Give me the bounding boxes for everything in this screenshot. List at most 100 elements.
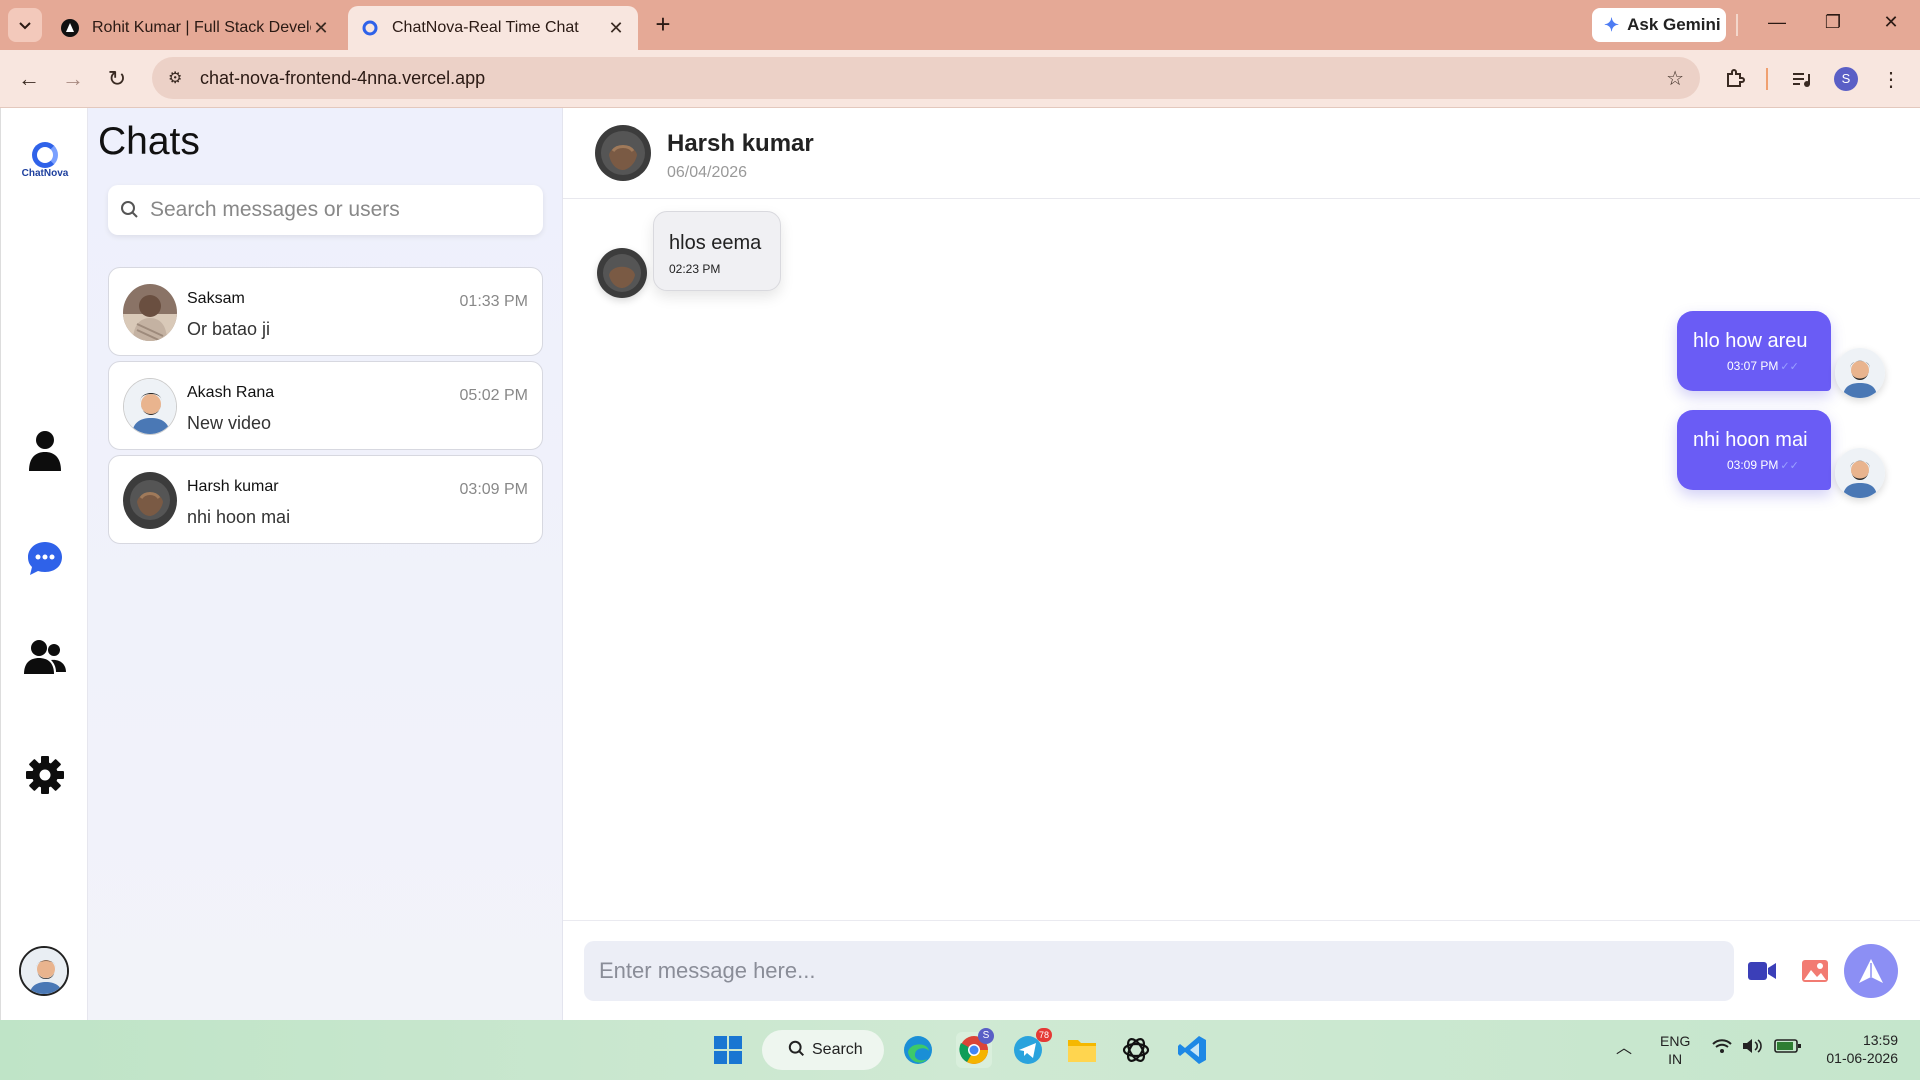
nav-settings-button[interactable] xyxy=(23,753,67,797)
close-window-button[interactable]: ✕ xyxy=(1876,12,1906,38)
tab-title: Rohit Kumar | Full Stack Develo xyxy=(92,19,311,36)
start-button[interactable] xyxy=(710,1032,746,1068)
language-code: ENG xyxy=(1660,1033,1691,1049)
my-avatar xyxy=(1835,348,1885,398)
conversation-panel: Harsh kumar 06/04/2026 hlos eema 02:23 P… xyxy=(563,108,1920,1020)
gemini-sparkle-icon: ✦ xyxy=(1604,14,1620,35)
clock-date: 01-06-2026 xyxy=(1826,1050,1898,1066)
site-info-icon[interactable]: ⚙ xyxy=(168,68,190,88)
bookmark-star-icon[interactable]: ☆ xyxy=(1666,66,1684,91)
last-message-preview: nhi hoon mai xyxy=(187,507,291,527)
logo-mark-icon xyxy=(32,142,58,168)
telegram-taskbar-icon[interactable]: 78 xyxy=(1010,1028,1052,1068)
message-input[interactable] xyxy=(584,941,1734,1001)
chatnova-app: ChatNova Chats Search messages or users … xyxy=(0,108,1920,1020)
contact-name: Harsh kumar xyxy=(667,130,814,157)
users-icon xyxy=(24,640,66,674)
taskbar-search-label: Search xyxy=(812,1041,863,1058)
tab-title: ChatNova-Real Time Chat xyxy=(392,19,579,36)
divider xyxy=(1766,68,1768,90)
region-code: IN xyxy=(1668,1051,1683,1067)
last-message-preview: Or batao ji xyxy=(187,319,271,339)
battery-icon[interactable] xyxy=(1774,1038,1802,1058)
last-message-time: 03:09 PM xyxy=(459,481,528,498)
my-avatar xyxy=(1835,448,1885,498)
message-text: nhi hoon mai xyxy=(1693,429,1808,451)
windows-logo-icon xyxy=(714,1036,742,1064)
restore-window-button[interactable]: ❐ xyxy=(1818,12,1848,38)
chatnova-logo[interactable]: ChatNova xyxy=(21,142,69,182)
extensions-puzzle-icon[interactable] xyxy=(1720,64,1750,94)
message-time: 03:07 PM xyxy=(1727,359,1779,373)
message-time: 02:23 PM xyxy=(669,262,721,276)
nav-profile-button[interactable] xyxy=(23,428,67,472)
chatnova-favicon-icon xyxy=(360,18,380,38)
video-call-button[interactable] xyxy=(1746,955,1778,987)
search-input[interactable] xyxy=(150,198,530,222)
image-icon xyxy=(1802,960,1828,982)
search-box[interactable] xyxy=(108,185,543,235)
outgoing-message-bubble: nhi hoon mai 03:09 PM ✓✓ xyxy=(1677,410,1831,490)
send-arrow-icon xyxy=(1859,959,1883,983)
chat-list-panel: Chats Saksam Or batao ji 01:33 PM Akash … xyxy=(88,108,563,1020)
user-icon xyxy=(29,431,61,471)
new-tab-button[interactable]: + xyxy=(648,10,678,40)
edge-taskbar-icon[interactable] xyxy=(900,1032,936,1068)
url-text[interactable]: chat-nova-frontend-4nna.vercel.app xyxy=(200,68,1666,89)
chat-list-item[interactable]: Harsh kumar nhi hoon mai 03:09 PM xyxy=(108,455,543,544)
nav-chats-button[interactable] xyxy=(23,537,67,581)
chat-list-item[interactable]: Saksam Or batao ji 01:33 PM xyxy=(108,267,543,356)
last-message-time: 01:33 PM xyxy=(459,293,528,310)
ask-gemini-label: Ask Gemini xyxy=(1627,15,1721,34)
forward-button[interactable]: → xyxy=(58,64,88,94)
contact-avatar xyxy=(123,472,177,529)
message-time: 03:09 PM xyxy=(1727,458,1779,472)
nav-groups-button[interactable] xyxy=(23,635,67,679)
language-indicator[interactable]: ENG IN xyxy=(1660,1032,1690,1068)
browser-toolbar: ← → ↻ ⚙ chat-nova-frontend-4nna.vercel.a… xyxy=(0,50,1920,108)
profile-avatar[interactable]: S xyxy=(1834,67,1858,91)
contact-name: Saksam xyxy=(187,290,245,307)
double-check-icon: ✓✓ xyxy=(1780,361,1799,373)
chrome-profile-badge: S xyxy=(978,1028,994,1044)
telegram-unread-badge: 78 xyxy=(1035,1028,1052,1042)
chrome-taskbar-icon[interactable]: S xyxy=(956,1028,994,1068)
vscode-taskbar-icon[interactable] xyxy=(1174,1032,1210,1068)
taskbar-search[interactable]: Search xyxy=(762,1030,884,1070)
media-controls-icon[interactable] xyxy=(1786,64,1816,94)
incoming-message-bubble: hlos eema 02:23 PM xyxy=(653,211,781,291)
search-icon xyxy=(788,1040,805,1057)
tab-search-dropdown-button[interactable] xyxy=(8,8,42,42)
portfolio-favicon-icon xyxy=(60,18,80,38)
last-message-preview: New video xyxy=(187,413,272,433)
address-bar[interactable]: ⚙ chat-nova-frontend-4nna.vercel.app ☆ xyxy=(152,57,1700,99)
reload-button[interactable]: ↻ xyxy=(102,64,132,94)
volume-icon[interactable] xyxy=(1742,1038,1764,1058)
search-icon xyxy=(121,201,138,218)
close-tab-icon[interactable]: ✕ xyxy=(606,18,626,39)
wifi-icon[interactable] xyxy=(1712,1038,1732,1058)
logo-text: ChatNova xyxy=(21,168,69,179)
chat-bubble-icon xyxy=(28,542,62,575)
contact-avatar[interactable] xyxy=(595,125,651,181)
ask-gemini-button[interactable]: ✦ Ask Gemini xyxy=(1592,8,1726,42)
chatgpt-taskbar-icon[interactable] xyxy=(1118,1032,1154,1068)
send-button[interactable] xyxy=(1844,944,1898,998)
show-hidden-icons-button[interactable]: ︿ xyxy=(1616,1040,1632,1058)
file-explorer-taskbar-icon[interactable] xyxy=(1064,1032,1100,1068)
current-user-avatar[interactable] xyxy=(19,946,69,996)
browser-menu-icon[interactable]: ⋮ xyxy=(1876,64,1906,94)
contact-name: Harsh kumar xyxy=(187,478,279,495)
message-text: hlos eema xyxy=(669,232,762,254)
attach-image-button[interactable] xyxy=(1799,955,1831,987)
double-check-icon: ✓✓ xyxy=(1780,460,1799,472)
back-button[interactable]: ← xyxy=(14,64,44,94)
last-message-time: 05:02 PM xyxy=(459,387,528,404)
close-tab-icon[interactable]: ✕ xyxy=(311,18,331,39)
chat-list-item[interactable]: Akash Rana New video 05:02 PM xyxy=(108,361,543,450)
browser-tab-chatnova[interactable]: ChatNova-Real Time Chat ✕ xyxy=(348,6,638,50)
minimize-window-button[interactable]: — xyxy=(1762,12,1792,38)
page-title: Chats xyxy=(98,120,200,163)
clock[interactable]: 13:59 01-06-2026 xyxy=(1818,1031,1898,1067)
browser-tab-portfolio[interactable]: Rohit Kumar | Full Stack Develo ✕ xyxy=(48,6,343,50)
